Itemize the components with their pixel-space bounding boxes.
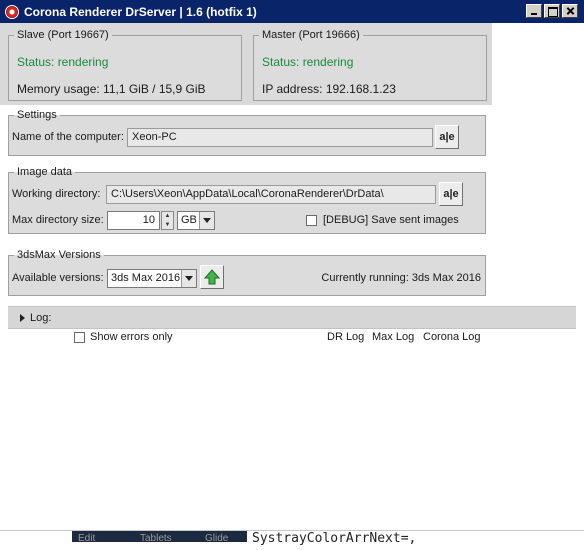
slave-group: Slave (Port 19667) Status: rendering Mem… xyxy=(8,29,242,101)
max-directory-size-input[interactable]: 10 xyxy=(107,211,160,230)
max-log-link[interactable]: Max Log xyxy=(372,331,414,343)
window-controls xyxy=(526,4,578,18)
corona-log-link[interactable]: Corona Log xyxy=(423,331,481,343)
max-directory-size-label: Max directory size: xyxy=(12,214,104,226)
debug-save-label: [DEBUG] Save sent images xyxy=(323,214,459,226)
working-directory-label: Working directory: xyxy=(12,188,101,200)
max-version-select[interactable]: 3ds Max 2016 xyxy=(107,269,197,288)
window-title: Corona Renderer DrServer | 1.6 (hotfix 1… xyxy=(24,4,257,19)
close-button[interactable] xyxy=(562,4,578,18)
bg-taskbar-item: Edit xyxy=(78,533,96,544)
master-status: Status: rendering xyxy=(262,55,354,69)
available-versions-label: Available versions: xyxy=(12,272,104,284)
show-errors-label: Show errors only xyxy=(90,331,173,343)
bg-taskbar-item: Glide xyxy=(205,533,229,544)
image-data-legend: Image data xyxy=(17,166,73,178)
currently-running-label: Currently running: 3ds Max 2016 xyxy=(321,272,481,284)
debug-save-checkbox[interactable] xyxy=(306,215,317,226)
maximize-button[interactable] xyxy=(544,4,560,18)
edit-working-directory-button[interactable]: a|e xyxy=(439,182,463,206)
log-expander[interactable]: Log: xyxy=(8,306,576,329)
background-strip: Edit Tablets Glide SystrayColorArrNext=, xyxy=(0,530,584,550)
max-version-value: 3ds Max 2016 xyxy=(111,272,181,284)
show-errors-checkbox[interactable] xyxy=(74,332,85,343)
chevron-down-icon[interactable] xyxy=(199,212,214,229)
spin-up-icon[interactable]: ▲ xyxy=(162,212,173,220)
computer-name-field[interactable]: Xeon-PC xyxy=(127,128,433,147)
computer-name-label: Name of the computer: xyxy=(12,131,124,143)
slave-status: Status: rendering xyxy=(17,55,109,69)
master-legend: Master (Port 19666) xyxy=(262,29,360,41)
launch-max-button[interactable] xyxy=(200,265,224,289)
max-versions-group: 3dsMax Versions Available versions: 3ds … xyxy=(8,249,486,296)
expand-arrow-icon[interactable] xyxy=(20,314,25,322)
edit-computer-name-button[interactable]: a|e xyxy=(435,125,459,149)
log-label: Log: xyxy=(30,312,52,324)
window-body: Slave (Port 19667) Status: rendering Mem… xyxy=(0,23,584,550)
minimize-button[interactable] xyxy=(526,4,542,18)
max-versions-legend: 3dsMax Versions xyxy=(17,249,101,261)
settings-group: Settings Name of the computer: Xeon-PC a… xyxy=(8,109,486,156)
size-unit-select[interactable]: GB xyxy=(177,211,215,230)
dr-log-link[interactable]: DR Log xyxy=(327,331,364,343)
image-data-group: Image data Working directory: C:\Users\X… xyxy=(8,166,486,234)
size-unit-value: GB xyxy=(181,214,197,226)
background-code-text: SystrayColorArrNext=, xyxy=(252,531,417,546)
corona-app-icon[interactable] xyxy=(5,4,19,19)
master-group: Master (Port 19666) Status: rendering IP… xyxy=(253,29,487,101)
spin-down-icon[interactable]: ▼ xyxy=(162,221,173,229)
title-bar[interactable]: Corona Renderer DrServer | 1.6 (hotfix 1… xyxy=(0,0,584,23)
settings-legend: Settings xyxy=(17,109,57,121)
memory-usage: Memory usage: 11,1 GiB / 15,9 GiB xyxy=(17,82,206,96)
bg-taskbar-item: Tablets xyxy=(140,533,172,544)
slave-legend: Slave (Port 19667) xyxy=(17,29,109,41)
chevron-down-icon[interactable] xyxy=(181,270,196,287)
working-directory-field[interactable]: C:\Users\Xeon\AppData\Local\CoronaRender… xyxy=(106,185,436,204)
size-spinner[interactable]: ▲ ▼ xyxy=(161,211,174,230)
up-arrow-icon xyxy=(204,269,220,285)
ip-address: IP address: 192.168.1.23 xyxy=(262,82,396,96)
